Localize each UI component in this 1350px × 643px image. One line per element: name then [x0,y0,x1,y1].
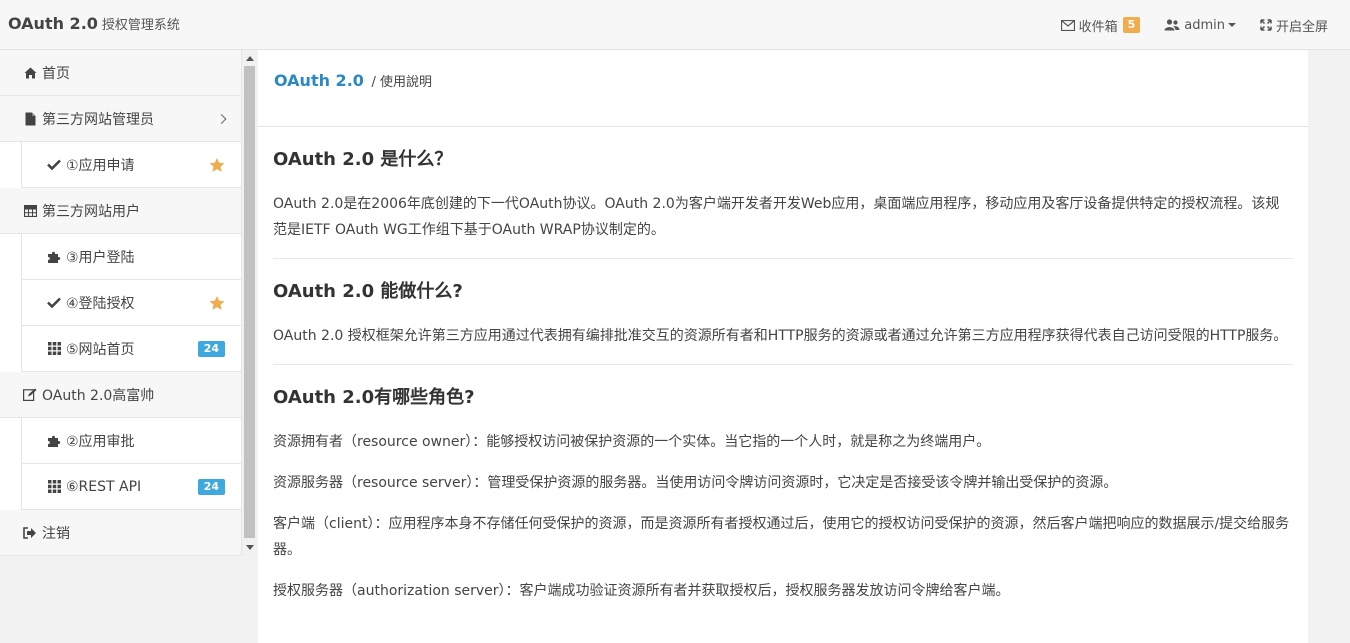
signout-icon [22,526,38,539]
sidebar-item-login-auth[interactable]: ④登陆授权 [21,280,241,326]
edit-icon [22,388,38,401]
section-heading: OAuth 2.0 是什么？ [273,149,453,170]
grid-icon [46,480,62,493]
article: OAuth 2.0 是什么？ OAuth 2.0是在2006年底创建的下一代OA… [273,127,1293,604]
users-icon [1164,19,1180,31]
section-roles: OAuth 2.0有哪些角色? 资源拥有者（resource owner）：能够… [273,365,1293,604]
table-icon [22,204,38,217]
file-icon [22,112,38,126]
sidebar-item-label: ②应用审批 [66,433,135,450]
sidebar-item-site-admin[interactable]: 第三方网站管理员 [0,96,241,142]
sidebar-item-label: OAuth 2.0高富帅 [42,387,155,404]
brand-subtitle: 授权管理系统 [101,18,180,33]
sidebar-item-app-approve[interactable]: ②应用审批 [21,418,241,464]
sidebar-item-label: ④登陆授权 [66,295,135,312]
chevron-down-icon [1227,23,1236,27]
fullscreen-label: 开启全屏 [1275,19,1328,35]
check-icon [46,159,62,170]
section-heading: OAuth 2.0 能做什么? [273,281,463,302]
sidebar-item-label: ③用户登陆 [66,249,135,266]
sidebar-item-logout[interactable]: 注销 [0,510,241,556]
section-heading: OAuth 2.0有哪些角色? [273,387,475,408]
expand-icon [1260,19,1272,31]
sidebar-item-label: ⑤网站首页 [66,341,135,358]
home-icon [22,67,38,79]
scroll-up-icon[interactable] [246,56,254,61]
sidebar-item-label: 第三方网站管理员 [42,111,154,128]
user-name: admin [1184,17,1225,33]
envelope-icon [1060,19,1075,31]
chevron-right-icon [216,113,227,124]
scroll-down-icon[interactable] [246,545,254,550]
top-nav: 收件箱 5 admin 开启全屏 [1037,0,1328,50]
main-content: OAuth 2.0 / 使用說明 OAuth 2.0 是什么？ OAuth 2.… [258,50,1308,643]
sidebar: 首页 第三方网站管理员 ①应用申请 第三方网站用户 ③用户登陆 ④登陆授权 ⑤网… [0,50,241,556]
page-title: OAuth 2.0 / 使用說明 [274,71,432,90]
star-icon [209,157,225,172]
section-paragraph: OAuth 2.0 授权框架允许第三方应用通过代表拥有编排批准交互的资源所有者和… [273,328,1288,344]
sidebar-item-app-apply[interactable]: ①应用申请 [21,142,241,188]
scrollbar-thumb[interactable] [244,66,255,538]
section-paragraph: 资源服务器（resource server）：管理受保护资源的服务器。当使用访问… [273,475,1118,491]
sidebar-item-user-login[interactable]: ③用户登陆 [21,234,241,280]
right-gutter [1308,50,1350,643]
count-badge: 24 [197,340,225,357]
grid-icon [46,342,62,355]
sidebar-item-label: ①应用申请 [66,157,135,174]
sidebar-item-site-home[interactable]: ⑤网站首页 24 [21,326,241,372]
fullscreen-button[interactable]: 开启全屏 [1260,16,1328,35]
sidebar-item-site-users[interactable]: 第三方网站用户 [0,188,241,234]
section-paragraph: 资源拥有者（resource owner）：能够授权访问被保护资源的一个实体。当… [273,434,991,450]
page-header: OAuth 2.0 / 使用說明 [258,50,1308,127]
inbox-button[interactable]: 收件箱 5 [1060,16,1141,35]
section-can-do: OAuth 2.0 能做什么? OAuth 2.0 授权框架允许第三方应用通过代… [273,259,1293,365]
inbox-count-badge: 5 [1122,17,1141,33]
user-menu-button[interactable]: admin [1164,18,1236,33]
section-paragraph: 客户端（client）：应用程序本身不存储任何受保护的资源，而是资源所有者授权通… [273,516,1290,558]
check-icon [46,297,62,308]
sidebar-item-home[interactable]: 首页 [0,50,241,96]
breadcrumb: / 使用說明 [371,75,432,90]
section-paragraph: 授权服务器（authorization server）：客户端成功验证资源所有者… [273,583,1010,599]
section-what: OAuth 2.0 是什么？ OAuth 2.0是在2006年底创建的下一代OA… [273,127,1293,259]
count-badge: 24 [197,478,225,495]
brand[interactable]: OAuth 2.0 授权管理系统 [8,14,180,33]
puzzle-icon [46,250,62,264]
sidebar-item-label: ⑥REST API [66,478,142,495]
puzzle-icon [46,434,62,448]
sidebar-scrollbar[interactable] [241,50,257,556]
sidebar-item-label: 首页 [42,65,70,82]
sidebar-item-label: 第三方网站用户 [42,203,140,220]
sidebar-item-oauth-rich[interactable]: OAuth 2.0高富帅 [0,372,241,418]
inbox-label: 收件箱 [1078,19,1118,35]
star-icon [209,295,225,310]
top-bar: OAuth 2.0 授权管理系统 收件箱 5 admin 开启全屏 [0,0,1350,50]
brand-title: OAuth 2.0 [8,14,98,33]
section-paragraph: OAuth 2.0是在2006年底创建的下一代OAuth协议。OAuth 2.0… [273,196,1280,238]
sidebar-item-rest-api[interactable]: ⑥REST API 24 [21,464,241,510]
sidebar-item-label: 注销 [42,525,70,542]
